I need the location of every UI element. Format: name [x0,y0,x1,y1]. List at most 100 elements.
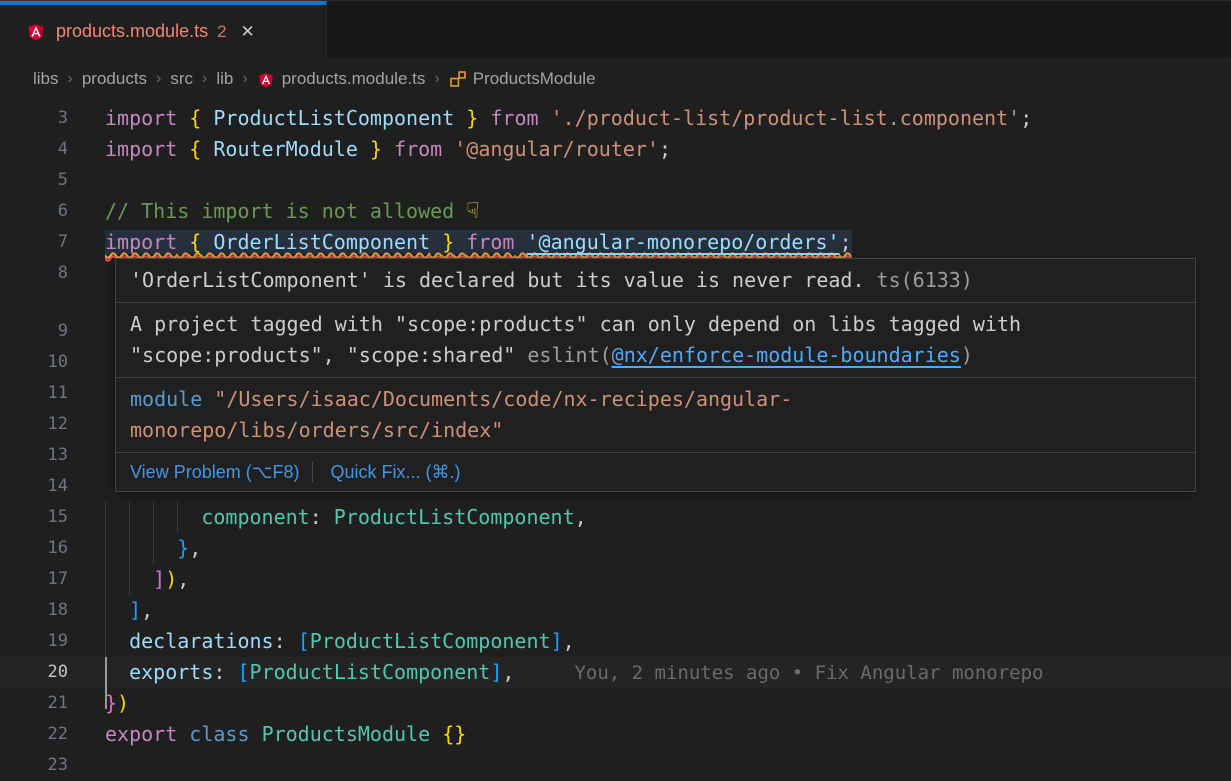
code-line: 20 exports: [ProductListComponent],You, … [0,657,1231,688]
line-number[interactable]: 20 [0,657,68,688]
line-number[interactable]: 14 [0,471,68,502]
line-number[interactable]: 16 [0,533,68,564]
line-number[interactable]: 15 [0,502,68,533]
import-path-link[interactable]: '@angular-monorepo/orders' [527,230,840,254]
hover-text: 'OrderListComponent' is declared but its… [130,268,865,292]
line-number[interactable]: 7 [0,227,68,258]
hover-text: monorepo/libs/orders/src/index" [130,418,503,442]
code-token: from [466,230,514,254]
breadcrumb-item-products[interactable]: products [82,69,147,89]
code-line-content[interactable]: }) [105,688,129,719]
hover-text: module [130,387,202,411]
code-token [201,230,213,254]
code-line: 5 [0,165,1231,196]
hover-message-line: module "/Users/isaac/Documents/code/nx-r… [130,384,1181,415]
code-token: from [490,106,538,130]
line-number[interactable]: 12 [0,409,68,440]
breadcrumb-item-lib[interactable]: lib [216,69,233,89]
code-token: import [105,137,177,161]
code-token: exports [129,660,213,684]
code-token: import [105,230,177,254]
line-number[interactable]: 19 [0,626,68,657]
code-token: , [189,536,201,560]
code-line-content[interactable]: import { OrderListComponent } from '@ang… [105,227,852,258]
code-token [478,106,490,130]
line-number[interactable]: 4 [0,134,68,165]
code-token [105,660,129,684]
tab-products-module[interactable]: products.module.ts 2 ✕ [0,1,327,58]
hover-text: eslint( [527,343,611,367]
breadcrumb-separator-icon: › [156,70,161,88]
eslint-rule-link[interactable]: @nx/enforce-module-boundaries [612,343,961,367]
breadcrumb-label: lib [216,69,233,89]
error-squiggle: import { OrderListComponent } from '@ang… [105,230,852,254]
code-token: , [502,660,514,684]
code-token: [ [237,660,249,684]
code-token: ; [1020,106,1032,130]
line-number[interactable]: 5 [0,165,68,196]
code-line-content[interactable]: ]), [105,564,189,595]
breadcrumb: libs›products›src›lib› products.module.t… [0,57,1231,100]
code-line-content[interactable]: exports: [ProductListComponent],You, 2 m… [105,657,1043,689]
line-number[interactable]: 6 [0,196,68,227]
code-token: ProductsModule [262,722,431,746]
breadcrumb-item-products-module-ts[interactable]: products.module.ts [257,69,426,89]
code-token [286,629,298,653]
code-line: 22 export class ProductsModule {} [0,719,1231,750]
code-token: ProductListComponent [250,660,491,684]
line-number[interactable]: 8 [0,258,68,289]
code-line: 23 [0,750,1231,781]
code-line-content[interactable]: ], [105,595,153,626]
close-icon[interactable]: ✕ [241,23,255,40]
code-token: : [274,629,286,653]
code-line: 4 import { RouterModule } from '@angular/… [0,134,1231,165]
line-number[interactable]: 18 [0,595,68,626]
code-token: } [370,137,382,161]
code-token: ProductListComponent [213,106,454,130]
code-line-content[interactable]: export class ProductsModule {} [105,719,466,750]
hover-text: ts(6133) [865,268,973,292]
line-number[interactable]: 11 [0,378,68,409]
line-number[interactable]: 22 [0,719,68,750]
breadcrumb-item-productsmodule[interactable]: ProductsModule [449,69,596,89]
line-number[interactable]: 17 [0,564,68,595]
code-token [454,230,466,254]
code-line: 15 component: ProductListComponent, [0,502,1231,533]
breadcrumb-item-src[interactable]: src [170,69,193,89]
code-line: 18 ], [0,595,1231,626]
code-line-content[interactable]: // This import is not allowed ☟ [105,196,479,227]
code-line-content[interactable]: component: ProductListComponent, [105,502,587,533]
line-number[interactable]: 9 [0,316,68,347]
hover-message-line: "scope:products", "scope:shared" eslint(… [130,340,1181,371]
line-number[interactable]: 3 [0,103,68,134]
hover-text: "scope:products", "scope:shared" [130,343,527,367]
code-line-content[interactable]: declarations: [ProductListComponent], [105,626,575,657]
code-line-content[interactable]: import { RouterModule } from '@angular/r… [105,134,671,165]
code-token: ] [129,598,141,622]
hover-text: "/Users/isaac/Documents/code/nx-recipes/… [214,387,792,411]
breadcrumb-item-libs[interactable]: libs [33,69,59,89]
code-token: ) [117,691,129,715]
hover-message-line: 'OrderListComponent' is declared but its… [130,265,1181,296]
code-token [430,722,442,746]
line-number[interactable]: 21 [0,688,68,719]
code-token [225,660,237,684]
tab-problem-count: 2 [217,22,226,42]
view-problem-action[interactable]: View Problem (⌥F8) [130,462,299,482]
line-number[interactable]: 13 [0,440,68,471]
quick-fix-action[interactable]: Quick Fix... (⌘.) [312,462,460,482]
line-number[interactable]: 10 [0,347,68,378]
code-token [539,106,551,130]
code-token [358,137,370,161]
code-token: , [177,567,189,591]
breadcrumb-label: products.module.ts [282,69,426,89]
code-line: 17 ]), [0,564,1231,595]
code-token: import [105,106,177,130]
code-line: 19 declarations: [ProductListComponent], [0,626,1231,657]
code-line-content[interactable]: import { ProductListComponent } from './… [105,103,1032,134]
line-number[interactable]: 23 [0,750,68,781]
code-line-content[interactable]: }, [105,533,201,564]
code-token [442,137,454,161]
code-token: export [105,722,177,746]
code-editor[interactable]: 3 import { ProductListComponent } from '.… [0,100,1231,780]
